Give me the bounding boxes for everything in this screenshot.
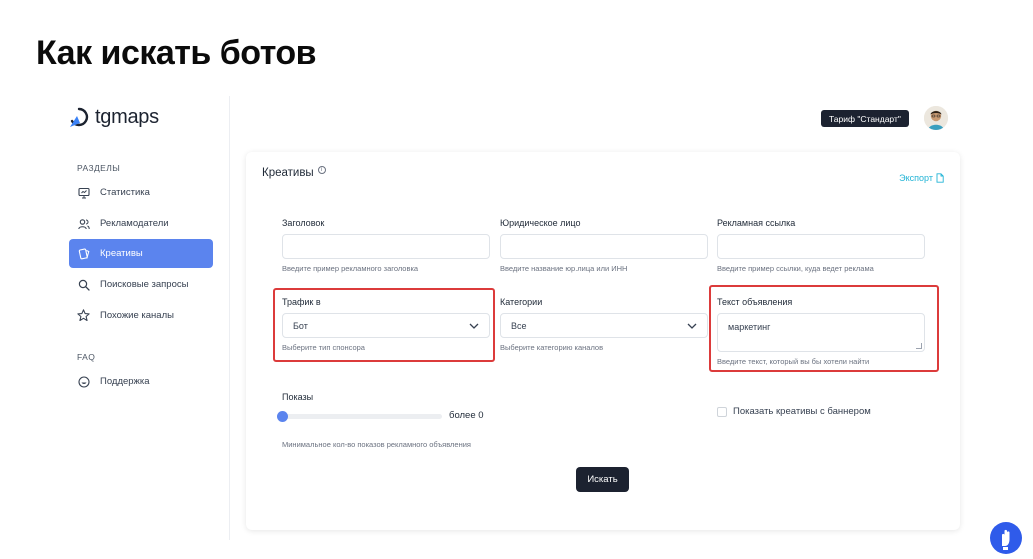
- views-hint: Минимальное кол-во показов рекламного об…: [282, 440, 471, 449]
- sidebar-item-label: Поисковые запросы: [100, 279, 189, 290]
- export-link[interactable]: Экспорт: [899, 173, 944, 183]
- headline-input[interactable]: [282, 234, 490, 259]
- logo-text: tgmaps: [95, 106, 159, 128]
- field-hint: Выберите категорию каналов: [500, 343, 604, 352]
- card-title: Креативы i: [262, 166, 326, 179]
- app-window: tgmaps РАЗДЕЛЫ Статистика Рекламодатели …: [58, 96, 974, 540]
- avatar-image: [924, 106, 948, 130]
- chevron-down-icon: [687, 323, 697, 329]
- sidebar-item-advertisers[interactable]: Рекламодатели: [69, 209, 213, 238]
- sidebar-item-label: Креативы: [100, 248, 143, 259]
- views-value: более 0: [449, 410, 484, 421]
- field-label: Рекламная ссылка: [717, 218, 796, 228]
- file-icon: [936, 173, 944, 183]
- logo-icon: [70, 107, 89, 127]
- smile-icon: [77, 375, 90, 388]
- sidebar-item-search-queries[interactable]: Поисковые запросы: [69, 270, 213, 299]
- plan-badge[interactable]: Тариф "Стандарт": [821, 110, 909, 127]
- field-legal-entity: Юридическое лицо Введите название юр.лиц…: [500, 218, 708, 273]
- sidebar-item-label: Рекламодатели: [100, 218, 169, 229]
- views-slider-thumb[interactable]: [277, 411, 288, 422]
- monitor-icon: [77, 186, 90, 199]
- cards-icon: [77, 247, 90, 260]
- card-title-text: Креативы: [262, 167, 314, 179]
- field-categories: Категории Все Выберите категорию каналов: [500, 297, 708, 352]
- info-icon[interactable]: i: [317, 166, 326, 174]
- export-label: Экспорт: [899, 173, 933, 183]
- field-label: Категории: [500, 297, 543, 307]
- field-headline: Заголовок Введите пример рекламного заго…: [282, 218, 490, 273]
- section-label-faq: FAQ: [77, 352, 96, 362]
- categories-select[interactable]: Все: [500, 313, 708, 338]
- field-label: Юридическое лицо: [500, 218, 581, 228]
- search-button[interactable]: Искать: [576, 467, 629, 492]
- sidebar-item-label: Похожие каналы: [100, 310, 174, 321]
- users-icon: [77, 217, 90, 230]
- field-hint: Введите пример ссылки, куда ведет реклам…: [717, 264, 874, 273]
- legal-entity-input[interactable]: [500, 234, 708, 259]
- banner-checkbox-row[interactable]: Показать креативы с баннером: [717, 406, 871, 417]
- sidebar-item-statistics[interactable]: Статистика: [69, 178, 213, 207]
- ad-link-input[interactable]: [717, 234, 925, 259]
- highlight-box-traffic: [273, 288, 495, 362]
- slide-title: Как искать ботов: [36, 34, 317, 72]
- field-hint: Введите название юр.лица или ИНН: [500, 264, 628, 273]
- banner-checkbox-label: Показать креативы с баннером: [733, 406, 871, 417]
- section-label-sections: РАЗДЕЛЫ: [77, 163, 121, 173]
- field-ad-link: Рекламная ссылка Введите пример ссылки, …: [717, 218, 925, 273]
- hand-icon: [1002, 529, 1010, 550]
- sidebar-item-label: Поддержка: [100, 376, 150, 387]
- sidebar-item-support[interactable]: Поддержка: [69, 367, 213, 396]
- avatar[interactable]: [924, 106, 948, 130]
- sidebar: tgmaps РАЗДЕЛЫ Статистика Рекламодатели …: [58, 96, 230, 540]
- field-label: Заголовок: [282, 218, 325, 228]
- logo[interactable]: tgmaps: [68, 106, 159, 129]
- categories-select-value: Все: [511, 320, 527, 331]
- field-hint: Введите пример рекламного заголовка: [282, 264, 419, 273]
- sidebar-item-label: Статистика: [100, 187, 150, 198]
- views-slider[interactable]: [277, 411, 442, 422]
- star-icon: [77, 309, 90, 322]
- sidebar-item-creatives[interactable]: Креативы: [69, 239, 213, 268]
- sidebar-item-similar-channels[interactable]: Похожие каналы: [69, 301, 213, 330]
- search-icon: [77, 278, 90, 291]
- highlight-box-ad-text: [709, 285, 939, 372]
- banner-checkbox[interactable]: [717, 406, 727, 417]
- views-label: Показы: [282, 392, 314, 402]
- corner-logo-icon: [990, 522, 1022, 554]
- creatives-card: Креативы i Экспорт Заголовок Введите при…: [246, 152, 960, 530]
